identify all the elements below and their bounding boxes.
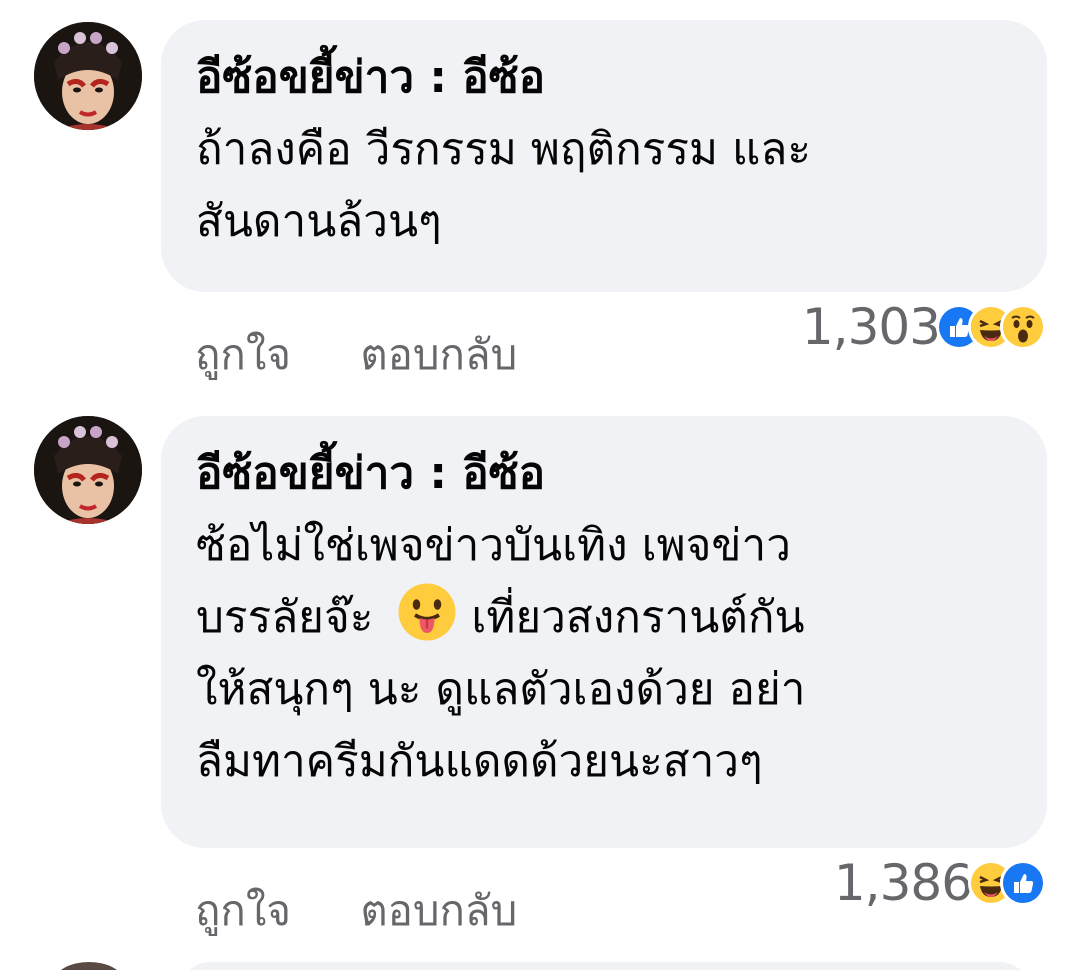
comment-bubble: อีซ้อขยี้ข่าว : อีซ้อ ซ้อไม่ใช่เพจข่าวบั… <box>161 416 1047 848</box>
next-comment-bubble <box>180 962 1030 970</box>
comment-text-line: สันดานล้วนๆ <box>196 196 442 247</box>
comment-text: ถ้าลงคือ วีรกรรม พฤติกรรม และ สันดานล้วน… <box>196 114 1011 258</box>
comment-text-segment: บรรลัยจ๊ะ <box>196 592 374 643</box>
reaction-summary[interactable]: 1,303 <box>802 298 1046 356</box>
reply-action[interactable]: ตอบกลับ <box>360 330 517 379</box>
comment-text-segment: เที่ยวสงกรานต์กัน <box>471 592 805 643</box>
reaction-summary[interactable]: 1,386 <box>834 854 1046 912</box>
like-icon <box>1000 860 1046 906</box>
comment-text-line: ซ้อไม่ใช่เพจข่าวบันเทิง เพจข่าว <box>196 520 791 571</box>
comment-author[interactable]: อีซ้อขยี้ข่าว : อีซ้อ <box>196 446 1011 502</box>
like-action[interactable]: ถูกใจ <box>195 330 291 379</box>
comment-text-line: ลืมทาครีมกันแดดด้วยนะสาวๆ <box>196 736 763 787</box>
comment-text-line: ให้สนุกๆ นะ ดูแลตัวเองด้วย อย่า <box>196 664 806 715</box>
comment-actions: ถูกใจ ตอบกลับ <box>195 878 573 944</box>
comment-text-line: ถ้าลงคือ วีรกรรม พฤติกรรม และ <box>196 124 811 175</box>
comment-bubble: อีซ้อขยี้ข่าว : อีซ้อ ถ้าลงคือ วีรกรรม พ… <box>161 20 1047 292</box>
wow-icon <box>1000 304 1046 350</box>
like-action[interactable]: ถูกใจ <box>195 886 291 935</box>
comment-author[interactable]: อีซ้อขยี้ข่าว : อีซ้อ <box>196 50 1011 106</box>
reaction-count: 1,386 <box>833 854 973 912</box>
avatar[interactable] <box>34 416 142 524</box>
comment-text-line: บรรลัยจ๊ะ เที่ยวสงกรานต์กัน <box>196 582 1011 654</box>
reaction-count: 1,303 <box>801 298 941 356</box>
avatar-image <box>34 22 142 130</box>
comment-actions: ถูกใจ ตอบกลับ <box>195 322 573 388</box>
tongue-out-emoji-icon <box>397 582 457 642</box>
avatar[interactable] <box>34 22 142 130</box>
next-comment-avatar[interactable] <box>54 962 124 970</box>
reply-action[interactable]: ตอบกลับ <box>360 886 517 935</box>
comment-text: ซ้อไม่ใช่เพจข่าวบันเทิง เพจข่าว บรรลัยจ๊… <box>196 510 1011 798</box>
avatar-image <box>34 416 142 524</box>
